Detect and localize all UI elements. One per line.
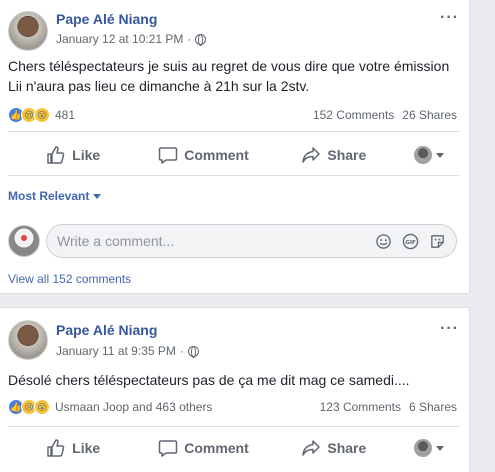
post-text: Désolé chers téléspectateurs pas de ça m… xyxy=(8,372,410,388)
comment-input-wrapper: GIF xyxy=(46,224,457,258)
user-avatar[interactable] xyxy=(8,225,40,257)
svg-text:GIF: GIF xyxy=(405,239,416,245)
gif-icon[interactable]: GIF xyxy=(402,233,419,250)
thumbs-up-icon xyxy=(47,439,65,457)
share-button[interactable]: Share xyxy=(269,438,399,458)
post-timestamp[interactable]: January 11 at 9:35 PM xyxy=(56,344,176,358)
comments-count[interactable]: 152 Comments xyxy=(313,108,394,122)
post-card: Pape Alé Niang January 11 at 9:35 PM · ·… xyxy=(0,307,470,472)
divider xyxy=(8,426,459,427)
post-as-selector[interactable] xyxy=(399,439,459,457)
share-button[interactable]: Share xyxy=(269,145,399,165)
engagement-counts: 123 Comments 6 Shares xyxy=(320,400,457,414)
sort-label: Most Relevant xyxy=(8,189,90,203)
author-avatar[interactable] xyxy=(8,11,48,51)
share-label: Share xyxy=(327,147,367,163)
shares-count[interactable]: 26 Shares xyxy=(402,108,457,122)
comment-label: Comment xyxy=(184,440,249,456)
post-timestamp[interactable]: January 12 at 10:21 PM xyxy=(56,32,183,46)
wow-reaction-icon: 😮 xyxy=(34,399,50,415)
comment-button[interactable]: Comment xyxy=(138,145,268,165)
globe-icon xyxy=(187,345,199,358)
post-as-selector[interactable] xyxy=(399,146,459,164)
post-text: Chers téléspectateurs je suis au regret … xyxy=(8,58,450,94)
page-avatar xyxy=(413,439,432,457)
shares-count[interactable]: 6 Shares xyxy=(409,400,457,414)
comment-button[interactable]: Comment xyxy=(138,438,268,458)
post-author[interactable]: Pape Alé Niang xyxy=(56,11,157,27)
post-meta: January 11 at 9:35 PM · xyxy=(56,344,199,358)
engagement-counts: 152 Comments 26 Shares xyxy=(313,108,457,122)
divider xyxy=(8,131,459,132)
share-icon xyxy=(302,440,321,456)
view-all-comments-link[interactable]: View all 152 comments xyxy=(8,272,131,286)
share-label: Share xyxy=(327,440,367,456)
like-label: Like xyxy=(72,147,101,163)
comment-icon xyxy=(158,147,178,164)
like-button[interactable]: Like xyxy=(8,438,138,458)
wow-reaction-icon: 😮 xyxy=(34,107,50,123)
reaction-count: 481 xyxy=(55,108,76,122)
more-icon[interactable]: ··· xyxy=(440,320,459,338)
globe-icon xyxy=(195,33,207,46)
like-button[interactable]: Like xyxy=(8,145,138,165)
post-meta: January 12 at 10:21 PM · xyxy=(56,32,207,46)
action-bar: Like Comment Share xyxy=(8,432,459,464)
post-author[interactable]: Pape Alé Niang xyxy=(56,322,157,338)
sticker-icon[interactable] xyxy=(429,233,446,250)
emoji-icon[interactable] xyxy=(375,233,392,250)
divider xyxy=(8,175,459,176)
comment-input[interactable] xyxy=(57,233,375,249)
comment-label: Comment xyxy=(184,147,249,163)
action-bar: Like Comment Share xyxy=(8,139,459,171)
comments-count[interactable]: 123 Comments xyxy=(320,400,401,414)
chevron-down-icon xyxy=(435,445,444,451)
comment-sort-dropdown[interactable]: Most Relevant xyxy=(8,189,102,203)
reaction-summary[interactable]: 👍 😢 😮 Usmaan Joop and 463 others xyxy=(8,399,212,415)
like-label: Like xyxy=(72,440,101,456)
comment-icon xyxy=(158,440,178,457)
reaction-summary[interactable]: 👍 😢 😮 481 xyxy=(8,107,75,123)
author-avatar[interactable] xyxy=(8,320,48,360)
chevron-down-icon xyxy=(93,193,102,199)
post-card: Pape Alé Niang January 12 at 10:21 PM · … xyxy=(0,0,470,294)
share-icon xyxy=(302,147,321,163)
reaction-count: Usmaan Joop and 463 others xyxy=(55,400,213,414)
more-icon[interactable]: ··· xyxy=(440,9,459,27)
thumbs-up-icon xyxy=(47,146,65,164)
chevron-down-icon xyxy=(435,152,444,158)
page-avatar xyxy=(413,146,432,164)
